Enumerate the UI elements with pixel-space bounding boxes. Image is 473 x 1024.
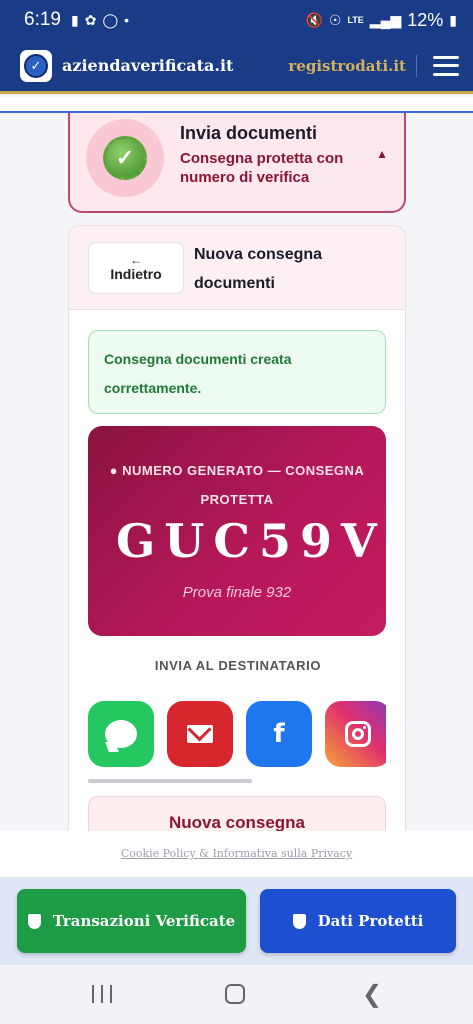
- battery-level: 12%: [407, 9, 444, 30]
- site-header: ✓ aziendaverificata.it registrodati.it: [0, 40, 473, 94]
- back-icon[interactable]: ❮: [362, 982, 382, 1006]
- cookie-bar: Cookie Policy & Informativa sulla Privac…: [0, 831, 473, 877]
- collapse-caret-icon[interactable]: ▲: [376, 147, 388, 161]
- recent-apps-icon[interactable]: [92, 985, 112, 1003]
- code-note: Prova finale 932: [182, 584, 292, 601]
- mail-share-button[interactable]: [167, 701, 233, 767]
- new-delivery-button[interactable]: Nuova consegna: [88, 796, 386, 831]
- verified-seal-icon: ✓: [103, 136, 147, 180]
- whatsapp-notification-icon: ◯: [102, 11, 119, 28]
- send-to-label: INVIA AL DESTINATARIO: [154, 658, 322, 673]
- seal-badge: ✓: [86, 119, 164, 197]
- site-logo[interactable]: ✓: [20, 49, 52, 82]
- site-name[interactable]: aziendaverificata.it: [62, 56, 233, 75]
- battery-icon: ▮: [449, 11, 457, 28]
- notification-icons: ▮ ✿ ◯ •: [71, 12, 129, 29]
- trust-bar: Transazioni Verificate Dati Protetti: [0, 877, 473, 965]
- status-time: 6:19: [24, 9, 61, 30]
- generated-code-card: ● NUMERO GENERATO — CONSEGNA PROTETTA GU…: [88, 426, 386, 636]
- back-button-label: Indietro: [110, 266, 162, 282]
- facebook-share-button[interactable]: f: [246, 701, 312, 767]
- send-documents-card[interactable]: ✓ Invia documenti Consegna protetta con …: [68, 113, 406, 213]
- registrodati-link[interactable]: registrodati.it: [288, 57, 406, 75]
- status-bar: 6:19 ▮ ✿ ◯ • 🔇 ☉ LTE ▂▄▆ 12% ▮: [0, 0, 473, 40]
- facebook-icon: f: [273, 719, 285, 749]
- mail-icon: [187, 725, 213, 743]
- home-icon[interactable]: [225, 984, 245, 1004]
- protected-data-button[interactable]: Dati Protetti: [260, 889, 456, 953]
- instagram-share-button[interactable]: [325, 701, 386, 767]
- lte-icon: LTE: [347, 15, 364, 25]
- send-card-subtitle: Consegna protetta con numero di verifica: [180, 150, 344, 186]
- cookie-policy-link[interactable]: Cookie Policy & Informativa sulla Privac…: [121, 847, 352, 860]
- whatsapp-share-button[interactable]: [88, 701, 154, 767]
- verified-badge-icon: ✓: [24, 53, 48, 78]
- send-card-title: Invia documenti: [180, 123, 318, 143]
- whatsapp-icon: [105, 720, 137, 748]
- header-underline: [0, 97, 473, 113]
- system-navigation-bar: ❮: [0, 965, 473, 1024]
- main-content: ✓ Invia documenti Consegna protetta con …: [0, 113, 473, 831]
- share-buttons-row[interactable]: f: [88, 701, 386, 769]
- signal-icon: ▂▄▆: [369, 11, 402, 28]
- alert-icon: ▮: [70, 11, 79, 28]
- panel-title: Nuova consegna documenti: [194, 246, 323, 292]
- success-alert: Consegna documenti creata correttamente.: [88, 330, 386, 414]
- verified-transactions-label: Transazioni Verificate: [52, 912, 236, 930]
- back-button[interactable]: ← Indietro: [88, 242, 184, 294]
- verification-code[interactable]: GUC59VS: [116, 514, 386, 568]
- dot-icon: •: [124, 12, 130, 28]
- mute-icon: 🔇: [305, 11, 323, 28]
- header-divider: [416, 54, 417, 77]
- code-label: ● NUMERO GENERATO — CONSEGNA PROTETTA: [109, 463, 365, 507]
- back-arrow-icon: ←: [130, 253, 142, 267]
- fan-icon: ✿: [84, 11, 97, 28]
- share-scrollbar[interactable]: [88, 779, 386, 783]
- instagram-icon: [345, 721, 371, 747]
- shield-icon: [292, 913, 306, 929]
- protected-data-label: Dati Protetti: [317, 912, 424, 930]
- share-scrollbar-thumb[interactable]: [88, 779, 252, 783]
- hamburger-menu-icon[interactable]: [433, 55, 459, 76]
- shield-icon: [27, 913, 41, 929]
- hotspot-icon: ☉: [328, 11, 342, 28]
- system-icons: 🔇 ☉ LTE ▂▄▆ 12% ▮: [305, 10, 457, 31]
- delivery-panel: ← Indietro Nuova consegna documenti Cons…: [68, 225, 406, 831]
- panel-header: ← Indietro Nuova consegna documenti: [69, 226, 405, 310]
- verified-transactions-button[interactable]: Transazioni Verificate: [17, 889, 246, 953]
